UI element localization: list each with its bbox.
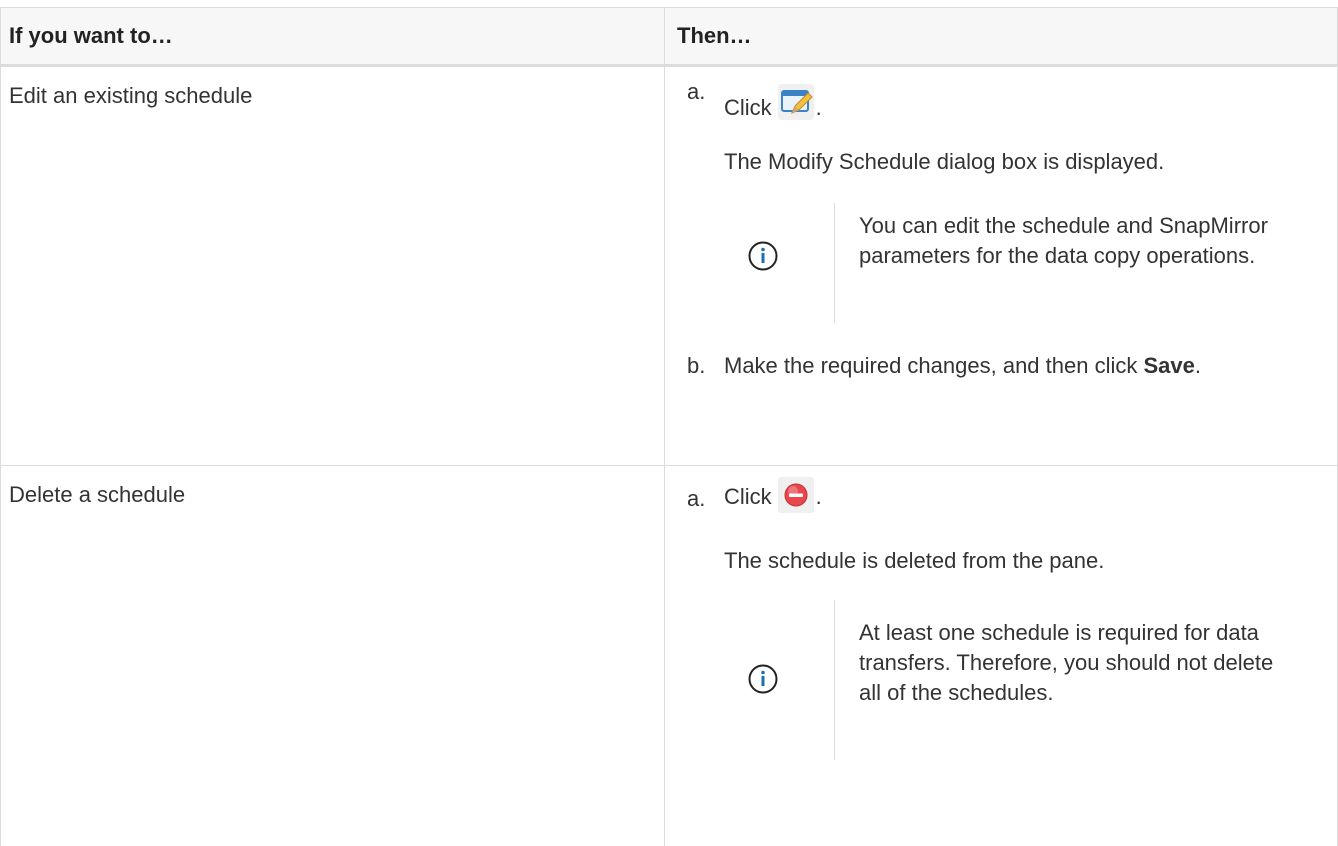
table-header-row: If you want to… Then… [0,8,1338,67]
step-a-period: . [815,95,822,120]
table-row: Edit an existing schedule a. Click . The… [0,67,1338,466]
result-text: The Modify Schedule dialog box is displa… [724,149,1165,174]
info-icon [748,664,778,694]
schedule-actions-table: If you want to… Then… Edit an existing s… [0,7,1338,846]
step-a-text: Click [724,95,772,120]
then-cell: a. Click . The schedule is deleted from … [665,466,1338,846]
action-edit-schedule: Edit an existing schedule [0,67,665,465]
note-divider [834,203,835,323]
delete-icon [777,477,814,514]
note-divider [834,600,835,760]
step-a: a. Click . [687,77,1337,129]
header-if-you-want-to: If you want to… [0,8,665,64]
step-a-period: . [815,484,822,509]
step-a-marker: a. [687,79,706,104]
note: At least one schedule is required for da… [724,600,1337,760]
step-b-text: Make the required changes, and then clic… [724,353,1138,378]
step-b-period: . [1194,353,1201,378]
note-text: You can edit the schedule and SnapMirror… [859,213,1268,268]
table-row: Delete a schedule a. Click . The schedul… [0,466,1338,846]
save-label: Save [1143,353,1195,378]
step-b: b. Make the required changes, and then c… [687,351,1337,381]
step-a-text: Click [724,484,772,509]
action-delete-schedule: Delete a schedule [0,466,665,846]
step-b-marker: b. [687,353,706,378]
note: You can edit the schedule and SnapMirror… [724,203,1337,323]
step-a-marker: a. [687,486,706,511]
edit-schedule-icon [777,84,814,121]
step-a: a. Click . [687,477,1337,520]
header-then: Then… [665,8,1338,64]
info-icon [748,241,778,271]
then-cell: a. Click . The Modify Schedule dialog bo… [665,67,1338,465]
note-text: At least one schedule is required for da… [859,620,1274,705]
result-text: The schedule is deleted from the pane. [724,548,1105,573]
